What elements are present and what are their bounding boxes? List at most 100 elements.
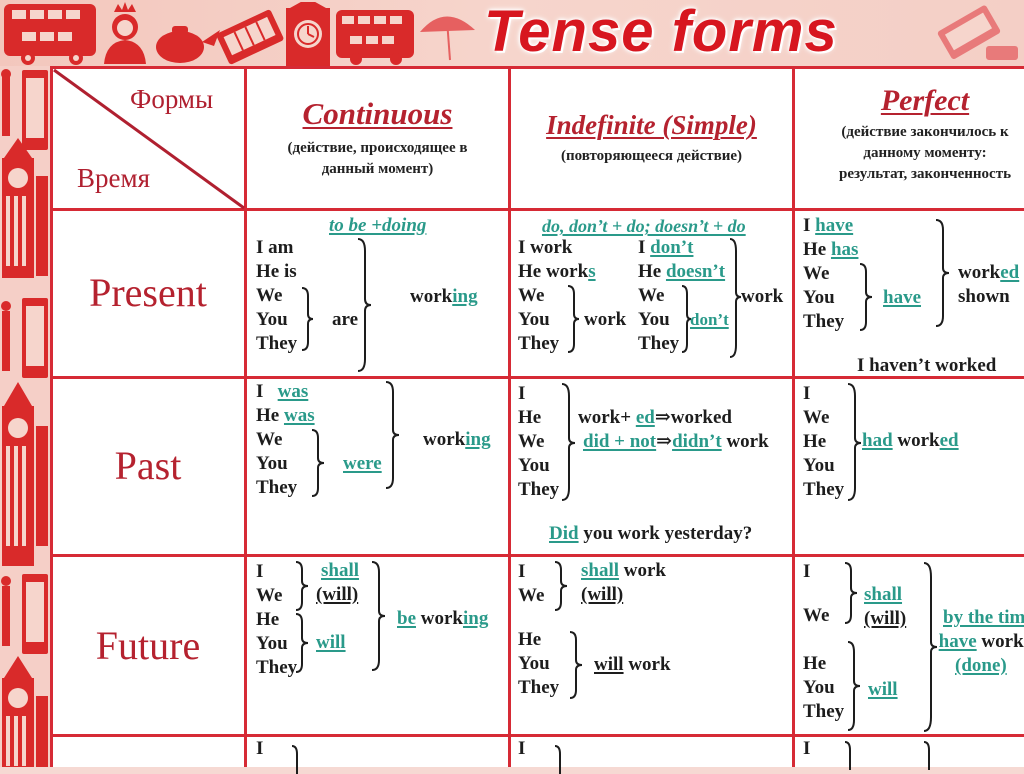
rule-text: work+: [578, 407, 636, 428]
subject: You: [803, 677, 835, 698]
subject: I: [256, 561, 264, 582]
column-title-perfect: Perfect: [880, 84, 970, 117]
brace-icon: [847, 383, 862, 501]
column-title-indefinite: Indefinite (Simple): [546, 110, 757, 140]
column-title-continuous: Continuous: [302, 96, 453, 131]
past-simple-subjects: I He We You They: [518, 382, 559, 502]
subtitle-line: (повторяющееся действие): [560, 148, 743, 164]
brace-icon: [859, 263, 873, 331]
verb-stem: work: [892, 430, 940, 451]
brace-icon: [554, 745, 561, 774]
subject: You: [803, 287, 835, 308]
brace-icon: [567, 285, 580, 353]
subject: He: [803, 431, 827, 452]
past-simple-rules: work+ ed⇒worked did + not⇒didn’t work: [578, 406, 769, 454]
subject: I: [803, 215, 811, 236]
brace-icon: [357, 238, 372, 372]
present-perfect-negative: I haven’t worked: [857, 355, 997, 376]
subject: They: [256, 477, 298, 498]
verb-suffix: s: [588, 261, 596, 282]
aux-will: will: [868, 679, 898, 700]
page-title: Tense forms: [484, 0, 838, 64]
verb-done: (done): [955, 655, 1007, 676]
brace-icon: [935, 219, 950, 327]
verb-shown: shown: [958, 286, 1010, 307]
aux-have: have: [883, 287, 921, 308]
aux: have: [815, 215, 854, 236]
rule-negative: did + not⇒didn’t work: [578, 430, 769, 454]
aux: has: [830, 239, 859, 260]
grid-line: [50, 554, 1024, 557]
aux-will: will: [316, 632, 346, 653]
sentence: I work: [518, 237, 573, 258]
next-row-subject: I: [518, 738, 526, 759]
row-label-present: Present: [89, 270, 207, 315]
subject: I: [803, 383, 811, 404]
grid-line: [508, 66, 511, 767]
brace-icon: [301, 287, 314, 351]
london-pattern-strip: [0, 66, 50, 767]
subject: We: [256, 585, 283, 606]
forms-label: Формы: [130, 84, 214, 114]
time-label: Время: [77, 163, 150, 193]
brace-icon: [371, 561, 386, 671]
verb-suffix: ed: [939, 430, 959, 451]
subject: They: [803, 311, 845, 332]
past-continuous-subjects: I was He was We You They: [256, 380, 315, 500]
subtitle-line: данному моменту:: [863, 145, 987, 161]
aux-will-alt: (will): [316, 584, 359, 605]
brace-icon: [295, 561, 309, 611]
subject: I am: [256, 237, 294, 258]
verb-stem: work: [423, 429, 466, 450]
present-perfect-singular: I have He has We You They: [803, 214, 858, 334]
next-row-subject: I: [803, 738, 811, 759]
brace-icon: [923, 562, 938, 732]
sentence: I have: [803, 214, 858, 238]
verb: work: [619, 560, 667, 581]
subject: They: [256, 333, 298, 354]
sentence: He was: [256, 404, 315, 428]
subject: You: [803, 455, 835, 476]
subject: They: [518, 333, 560, 354]
brace-icon: [847, 641, 861, 731]
present-simple-affirmative: I work He works We You They: [518, 236, 596, 356]
sentence: He works: [518, 260, 596, 284]
london-decoration-icon: [4, 2, 475, 66]
next-row-subject: I: [256, 738, 264, 759]
question-text: you work yesterday?: [578, 523, 753, 544]
aux-dont: don’t: [690, 310, 729, 329]
column-subtitle-perfect: (действие закончилось к данному моменту:…: [795, 122, 1024, 185]
subject: We: [803, 263, 830, 284]
subtitle-line: результат, законченность: [839, 166, 1011, 182]
aux-will-alt: (will): [581, 584, 624, 605]
subject: We: [803, 605, 830, 626]
sentence: shall work: [581, 559, 666, 583]
verb-worked: worked: [958, 261, 1019, 285]
brace-icon: [295, 613, 309, 673]
subject: You: [518, 653, 550, 674]
verb-stem: He work: [518, 261, 589, 282]
past-simple-question: Did you work yesterday?: [549, 522, 752, 546]
subject: I: [638, 237, 646, 258]
arrow-icon: ⇒: [654, 407, 671, 428]
future-perfect-group1: I We: [803, 560, 829, 628]
subject: You: [256, 309, 288, 330]
subject: They: [518, 479, 560, 500]
verb: work: [721, 431, 769, 452]
sentence: I was: [256, 380, 315, 404]
subject: He: [256, 405, 280, 426]
subject: He: [803, 653, 827, 674]
future-perfect-verb: by the tim have work (done): [937, 606, 1024, 678]
verb-work: work: [741, 286, 784, 307]
grid-line: [50, 734, 1024, 737]
column-subtitle-indefinite: (повторяющееся действие): [511, 146, 792, 167]
brace-icon: [554, 561, 568, 611]
subject: You: [518, 455, 550, 476]
verb-stem: work: [410, 286, 453, 307]
aux-will-alt: (will): [864, 608, 907, 629]
verb: work: [623, 654, 671, 675]
subject: You: [256, 633, 288, 654]
subject: I: [518, 383, 526, 404]
subject: You: [256, 453, 288, 474]
